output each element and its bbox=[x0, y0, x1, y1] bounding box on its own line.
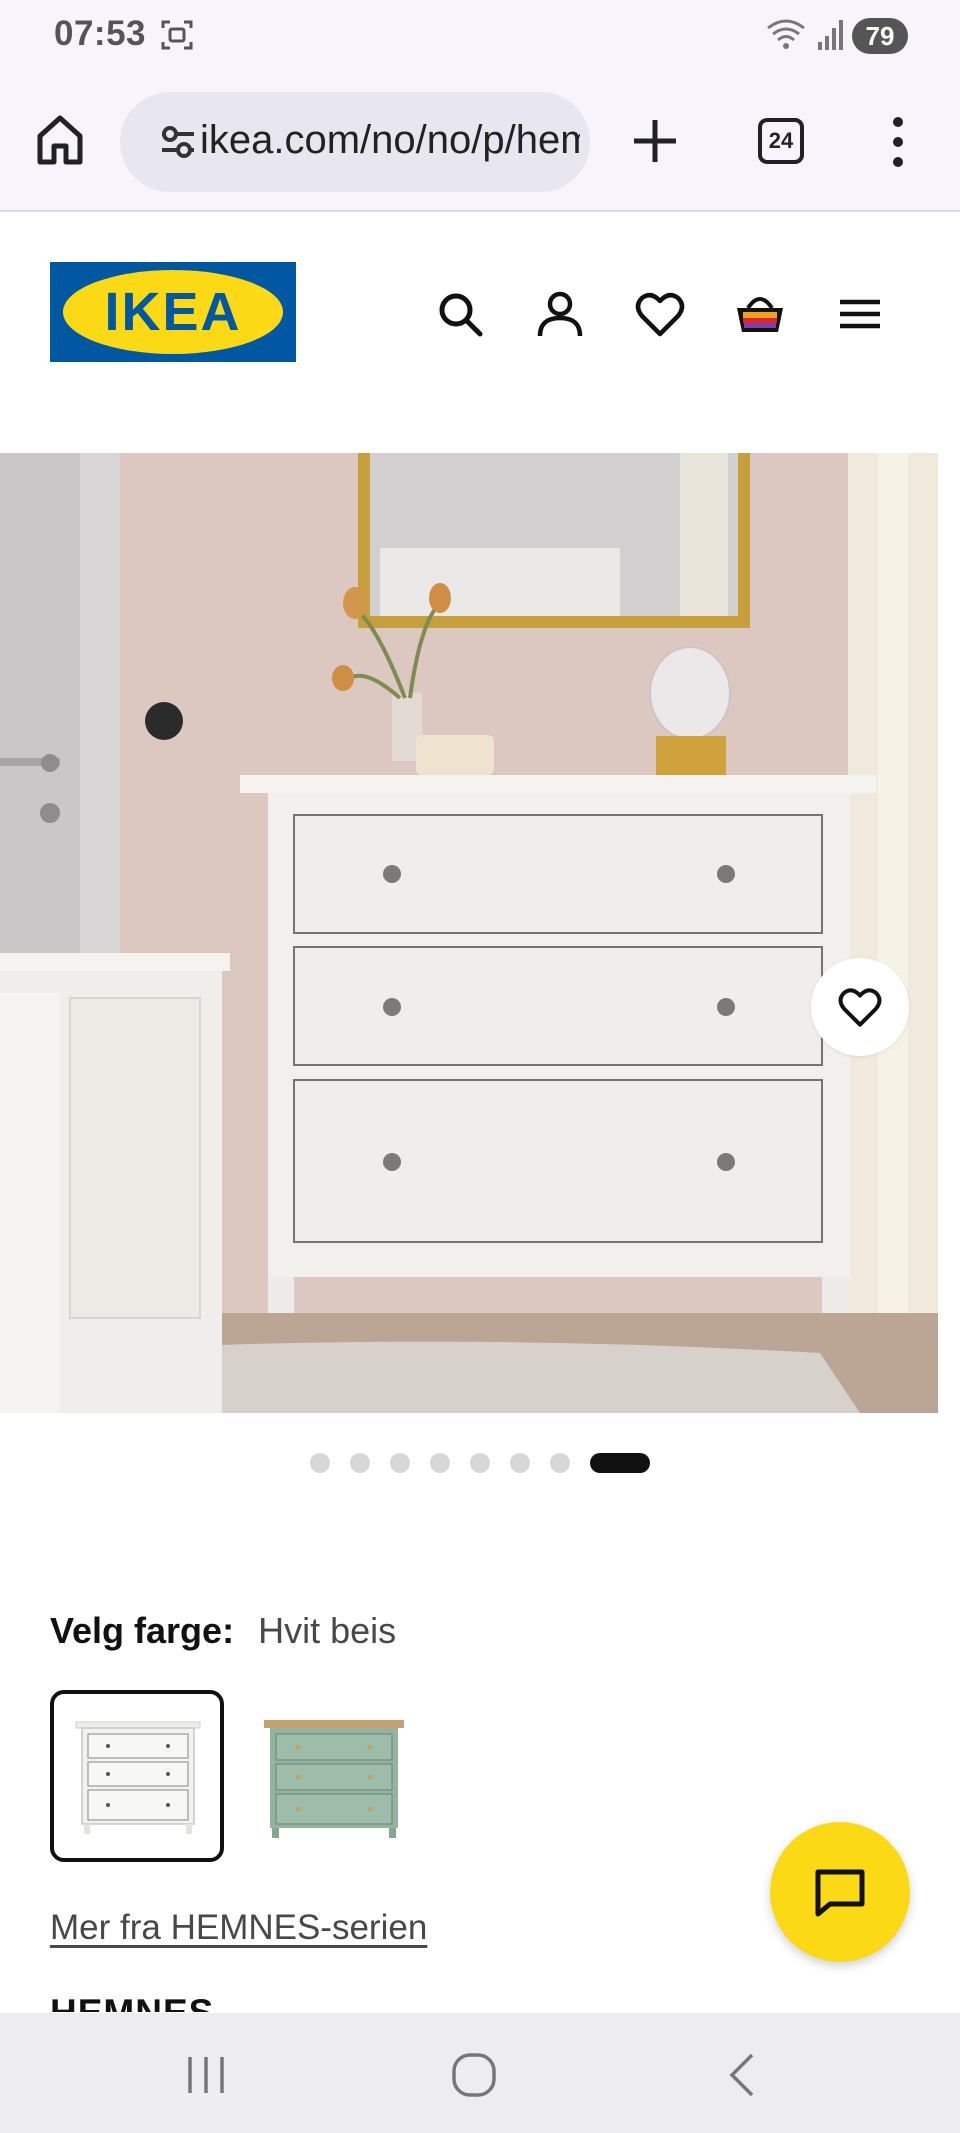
recents-icon[interactable] bbox=[180, 2049, 232, 2101]
menu-icon[interactable] bbox=[834, 288, 886, 340]
basket-icon[interactable] bbox=[734, 288, 786, 340]
color-label: Velg farge: bbox=[50, 1610, 235, 1651]
series-link[interactable]: Mer fra HEMNES-serien bbox=[50, 1908, 427, 1948]
more-vert-icon[interactable] bbox=[886, 114, 910, 170]
browser-toolbar: ikea.com/no/no/p/hemnes-kommode-med-3-sk… bbox=[0, 72, 960, 212]
plus-icon[interactable] bbox=[632, 118, 678, 164]
account-icon[interactable] bbox=[534, 288, 586, 340]
carousel-dot[interactable] bbox=[350, 1453, 370, 1473]
color-value: Hvit beis bbox=[258, 1610, 397, 1651]
wifi-icon bbox=[767, 19, 805, 49]
carousel-dot[interactable] bbox=[430, 1453, 450, 1473]
status-bar: 07:53 79 bbox=[0, 0, 960, 72]
home-circle-icon[interactable] bbox=[448, 2049, 500, 2101]
carousel-dot[interactable] bbox=[390, 1453, 410, 1473]
back-icon[interactable] bbox=[718, 2049, 770, 2101]
address-bar[interactable]: ikea.com/no/no/p/hemnes-kommode-med-3-sk… bbox=[120, 92, 590, 192]
heart-icon[interactable] bbox=[634, 288, 686, 340]
url-text: ikea.com/no/no/p/hemnes-kommode-med-3-sk… bbox=[200, 118, 580, 162]
carousel-dot-active[interactable] bbox=[590, 1453, 650, 1473]
tune-icon[interactable] bbox=[158, 122, 198, 162]
carousel-dot[interactable] bbox=[470, 1453, 490, 1473]
logo-text: IKEA bbox=[104, 282, 241, 342]
color-swatch-white[interactable] bbox=[50, 1690, 224, 1862]
tabs-button[interactable]: 24 bbox=[758, 118, 804, 164]
carousel-dot[interactable] bbox=[310, 1453, 330, 1473]
search-icon[interactable] bbox=[434, 288, 486, 340]
product-name: HEMNES bbox=[50, 1992, 214, 2012]
chat-button[interactable] bbox=[770, 1822, 910, 1962]
home-icon[interactable] bbox=[34, 112, 86, 168]
chat-icon bbox=[815, 1869, 865, 1917]
product-image[interactable] bbox=[0, 453, 938, 1413]
color-selector: Velg farge: Hvit beis bbox=[50, 1610, 396, 1652]
signal-icon bbox=[818, 20, 843, 50]
system-nav-bar bbox=[0, 2013, 960, 2133]
battery-icon: 79 bbox=[852, 18, 908, 54]
heart-icon bbox=[838, 988, 882, 1027]
image-carousel-dots bbox=[0, 1453, 960, 1475]
white-dresser-thumbnail bbox=[75, 1721, 201, 1834]
green-dresser-thumbnail bbox=[264, 1720, 404, 1838]
dresser-photo bbox=[0, 453, 938, 1413]
image-favorite-button[interactable] bbox=[811, 958, 909, 1056]
ikea-logo[interactable]: IKEA bbox=[50, 262, 296, 362]
carousel-dot[interactable] bbox=[550, 1453, 570, 1473]
carousel-dot[interactable] bbox=[510, 1453, 530, 1473]
color-swatch-green[interactable] bbox=[254, 1690, 428, 1862]
status-time: 07:53 bbox=[54, 14, 147, 53]
site-header: IKEA bbox=[0, 212, 960, 452]
screenshot-icon bbox=[161, 20, 193, 50]
